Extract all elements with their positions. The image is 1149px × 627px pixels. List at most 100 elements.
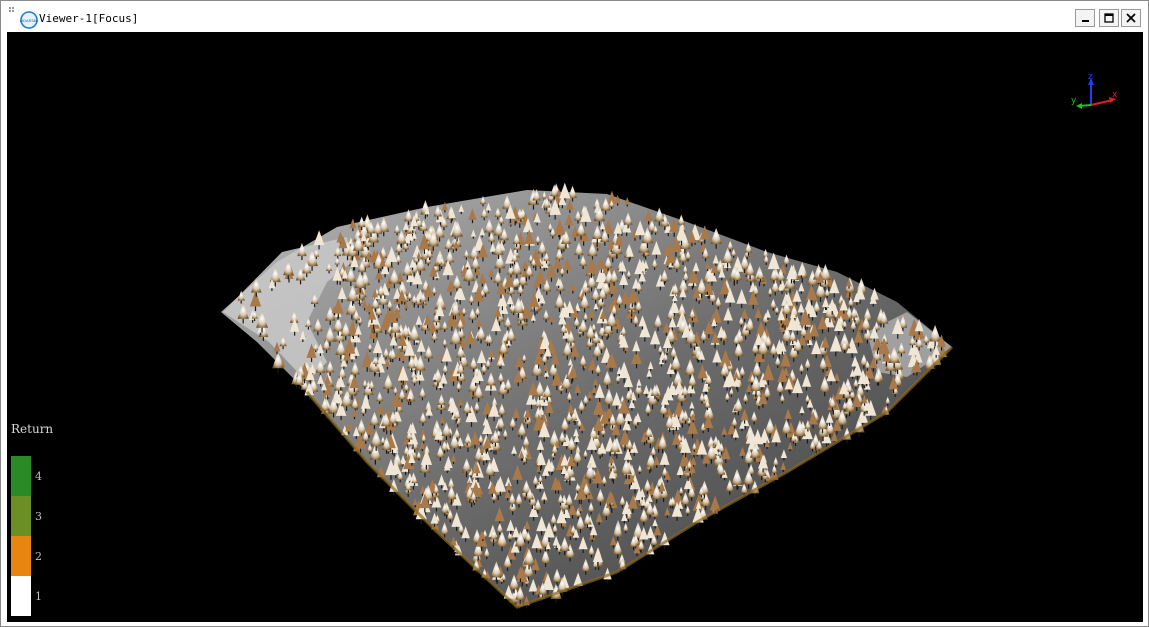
tree-shadow xyxy=(506,340,508,344)
tree-shadow xyxy=(565,388,567,393)
tree-shadow xyxy=(850,305,852,309)
tree-shadow xyxy=(656,499,658,504)
tree-shadow xyxy=(353,388,355,392)
tree-shadow xyxy=(570,466,573,470)
tree-shadow xyxy=(623,378,625,383)
tree-shadow xyxy=(531,505,534,509)
title-bar[interactable]: LIDAR360 Viewer-1[Focus] xyxy=(1,1,1148,31)
tree-shadow xyxy=(704,258,707,262)
tree-shadow xyxy=(488,343,491,347)
tree-shadow xyxy=(557,490,560,494)
tree-shadow xyxy=(727,262,729,268)
tree-shadow xyxy=(414,505,416,508)
tree-shadow xyxy=(396,298,398,302)
tree-shadow xyxy=(674,301,676,304)
close-button[interactable] xyxy=(1121,9,1141,27)
tree-shadow xyxy=(311,266,313,271)
tree-shadow xyxy=(670,374,672,378)
tree-shadow xyxy=(350,281,352,286)
tree-shadow xyxy=(315,350,317,353)
tree-shadow xyxy=(467,447,469,452)
tree-shadow xyxy=(432,276,434,281)
tree-shadow xyxy=(333,313,335,316)
legend-item: 4 xyxy=(11,456,71,496)
tree-shadow xyxy=(773,280,775,284)
tree-shadow xyxy=(377,233,379,238)
tree-shadow xyxy=(456,505,458,510)
tree-shadow xyxy=(483,461,485,466)
tree-shadow xyxy=(482,538,484,542)
tree-shadow xyxy=(352,228,354,232)
tree-shadow xyxy=(527,417,529,421)
tree-shadow xyxy=(561,442,563,446)
tree-shadow xyxy=(621,504,624,508)
point-cloud[interactable] xyxy=(7,32,1143,622)
tree-shadow xyxy=(554,364,556,369)
tree-shadow xyxy=(443,450,446,454)
tree-shadow xyxy=(315,256,317,260)
tree-shadow xyxy=(708,334,710,339)
tree-shadow xyxy=(704,239,706,244)
tree-shadow xyxy=(428,415,430,419)
tree-shadow xyxy=(498,235,500,240)
minimize-button[interactable] xyxy=(1075,9,1095,27)
tree-shadow xyxy=(472,391,474,396)
tree-shadow xyxy=(589,346,591,350)
tree-shadow xyxy=(509,530,512,535)
tree-shadow xyxy=(469,344,471,349)
tree-shadow xyxy=(490,277,492,280)
legend-title: Return xyxy=(11,422,54,436)
tree-shadow xyxy=(804,325,806,330)
tree-shadow xyxy=(528,276,530,280)
tree-shadow xyxy=(679,475,681,479)
tree-shadow xyxy=(359,294,361,299)
tree-shadow xyxy=(737,387,739,392)
tree-shadow xyxy=(491,493,494,498)
tree-shadow xyxy=(627,420,629,425)
tree-shadow xyxy=(681,401,683,406)
tree-shadow xyxy=(589,478,591,484)
maximize-button[interactable] xyxy=(1099,9,1119,27)
tree-shadow xyxy=(367,259,370,262)
tree-shadow xyxy=(594,567,597,570)
tree-shadow xyxy=(460,381,462,385)
tree-shadow xyxy=(476,315,479,318)
3d-viewport[interactable]: z x y Return 4 3 2 1 xyxy=(7,32,1143,622)
tree-shadow xyxy=(552,471,554,474)
tree-shadow xyxy=(362,413,364,417)
tree-shadow xyxy=(863,365,865,369)
tree-shadow xyxy=(606,579,609,583)
tree-shadow xyxy=(767,317,769,321)
tree-shadow xyxy=(501,546,503,552)
tree-shadow xyxy=(577,393,579,396)
tree-shadow xyxy=(767,346,769,350)
tree-shadow xyxy=(413,303,415,306)
tree-shadow xyxy=(507,389,509,393)
tree-shadow xyxy=(591,539,593,542)
tree-shadow xyxy=(758,406,760,410)
viewer-window: LIDAR360 Viewer-1[Focus] z x y Return 4 … xyxy=(0,0,1149,627)
tree-shadow xyxy=(533,307,535,312)
tree-shadow xyxy=(572,290,574,294)
tree-shadow xyxy=(381,266,384,270)
tree-shadow xyxy=(524,497,526,501)
tree-shadow xyxy=(757,345,760,349)
tree-shadow xyxy=(542,405,544,411)
tree-shadow xyxy=(654,395,656,400)
tree-shadow xyxy=(800,371,803,375)
tree-shadow xyxy=(650,467,652,472)
tree-shadow xyxy=(546,397,549,401)
tree-shadow xyxy=(368,434,370,439)
tree-shadow xyxy=(436,278,438,281)
tree-shadow xyxy=(456,526,458,532)
tree-shadow xyxy=(748,484,750,489)
tree-shadow xyxy=(465,538,467,542)
tree-shadow xyxy=(444,512,446,517)
tree-shadow xyxy=(590,554,593,558)
tree-shadow xyxy=(526,424,529,429)
tree-shadow xyxy=(761,387,763,390)
tree-shadow xyxy=(559,502,562,506)
tree-shadow xyxy=(500,381,502,385)
tree-shadow xyxy=(391,449,394,455)
tree-shadow xyxy=(467,267,469,270)
